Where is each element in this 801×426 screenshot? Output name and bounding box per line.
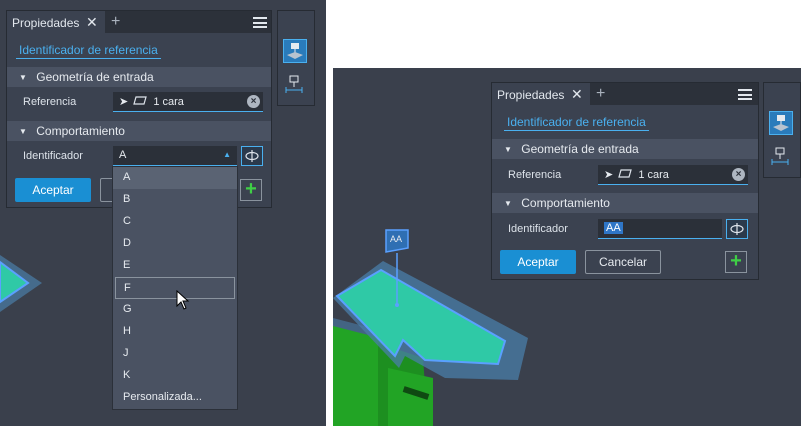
accept-button[interactable]: Aceptar [15,178,91,202]
dropdown-option[interactable]: G [113,299,237,321]
section-label: Comportamiento [521,196,610,210]
section-label: Geometría de entrada [36,70,154,84]
identifier-value: A [119,149,127,161]
collapse-triangle-icon: ▼ [19,127,27,136]
dropdown-arrow-icon: ▲ [223,150,231,159]
reference-value: 1 cara [153,96,184,108]
accept-button[interactable]: Aceptar [500,250,576,274]
section-input-geometry[interactable]: ▼ Geometría de entrada [492,139,758,159]
tab-bar: Propiedades ✕ + [7,11,271,33]
toolbar-button-identifier[interactable] [769,111,793,135]
toolbar-button-dimension[interactable] [769,145,793,169]
collapse-triangle-icon: ▼ [504,199,512,208]
face-icon [618,169,633,178]
section-label: Geometría de entrada [521,142,639,156]
dropdown-option[interactable]: J [113,343,237,365]
dropdown-option[interactable]: C [113,211,237,233]
rotate-pick-icon [730,223,744,235]
reference-field[interactable]: ➤ 1 cara × [598,165,748,185]
toolbar-button-identifier[interactable] [283,39,307,63]
properties-panel: Propiedades ✕ + Identificador de referen… [491,82,759,280]
dimension-tool-icon [285,75,303,93]
cursor-icon: ➤ [119,96,129,108]
close-icon[interactable]: ✕ [86,14,98,31]
collapse-triangle-icon: ▼ [19,73,27,82]
section-input-geometry[interactable]: ▼ Geometría de entrada [7,67,271,87]
dropdown-option[interactable]: Personalizada... [113,387,237,409]
section-behavior[interactable]: ▼ Comportamiento [7,121,271,141]
identifier-tool-icon [773,115,789,131]
menu-icon[interactable] [253,17,267,28]
pick-button[interactable] [241,146,263,166]
viewport-left[interactable]: Propiedades ✕ + Identificador de referen… [0,0,326,426]
clear-icon[interactable]: × [247,95,260,108]
viewport-right[interactable]: AA Propiedades ✕ + Identificador de refe… [333,68,801,426]
identifier-input[interactable]: AA [598,219,722,239]
menu-icon[interactable] [738,89,752,100]
dropdown-option[interactable]: K [113,365,237,387]
reference-identifier-link[interactable]: Identificador de referencia [504,113,649,131]
section-label: Comportamiento [36,124,125,138]
pick-button[interactable] [726,219,748,239]
dropdown-option[interactable]: D [113,233,237,255]
rotate-pick-icon [245,150,259,162]
add-button[interactable]: + [240,179,262,201]
add-tab-icon[interactable]: + [596,85,605,103]
identifier-label: Identificador [23,150,83,162]
reference-field[interactable]: ➤ 1 cara × [113,92,263,112]
reference-value: 1 cara [638,169,669,181]
clear-icon[interactable]: × [732,168,745,181]
reference-identifier-link[interactable]: Identificador de referencia [16,41,161,59]
identifier-label: Identificador [508,223,568,235]
dropdown-option[interactable]: A [113,167,237,189]
add-button[interactable]: + [725,251,747,273]
reference-label: Referencia [23,96,77,108]
side-toolbar [763,82,801,178]
dropdown-option[interactable]: H [113,321,237,343]
side-toolbar [277,10,315,106]
identifier-select[interactable]: A ▲ [113,146,237,166]
identifier-tool-icon [287,43,303,59]
tab-label: Propiedades [497,88,565,102]
toolbar-button-dimension[interactable] [283,73,307,97]
close-icon[interactable]: ✕ [571,86,583,103]
face-icon [133,96,148,105]
mouse-pointer-icon [176,290,190,310]
tab-bar: Propiedades ✕ + [492,83,758,105]
section-behavior[interactable]: ▼ Comportamiento [492,193,758,213]
identifier-dropdown-list: A B C D E F G H J K Personalizada... [112,166,238,410]
identifier-value: AA [604,222,623,234]
dimension-tool-icon [771,147,789,165]
tab-label: Propiedades [12,16,80,30]
tab-properties[interactable]: Propiedades ✕ [492,83,590,105]
add-tab-icon[interactable]: + [111,13,120,31]
callout-label: AA [390,234,403,244]
dropdown-option[interactable]: E [113,255,237,277]
dropdown-option[interactable]: B [113,189,237,211]
cursor-icon: ➤ [604,169,614,181]
collapse-triangle-icon: ▼ [504,145,512,154]
tab-properties[interactable]: Propiedades ✕ [7,11,105,33]
dropdown-option[interactable]: F [115,277,235,299]
cancel-button[interactable]: Cancelar [585,250,661,274]
reference-label: Referencia [508,169,562,181]
